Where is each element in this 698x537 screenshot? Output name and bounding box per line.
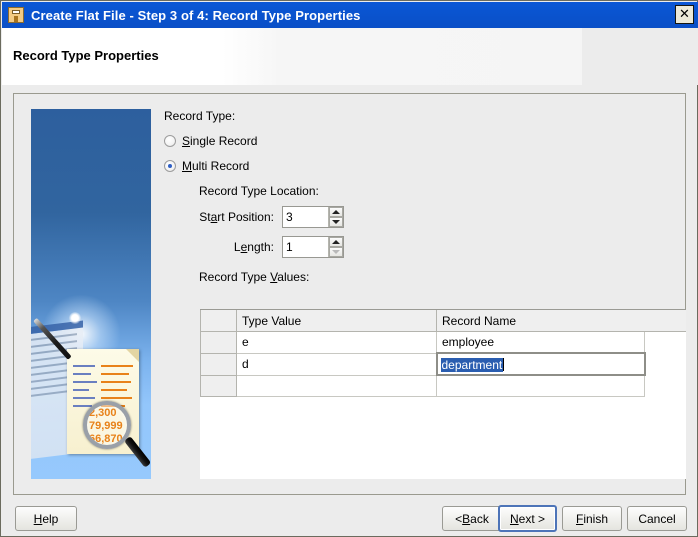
page-fold-icon: [126, 349, 139, 362]
table-column-header-rownum[interactable]: [200, 310, 237, 332]
table-column-header-type-value[interactable]: Type Value: [236, 310, 437, 332]
cell-type-value[interactable]: [236, 374, 437, 397]
record-type-label: Record Type:: [164, 109, 236, 123]
radio-single-record-label: Single Record: [182, 134, 258, 148]
table-row-selector[interactable]: [200, 331, 237, 354]
cell-record-name-editing[interactable]: department: [435, 352, 646, 376]
table-row-selector[interactable]: [200, 374, 237, 397]
button-bar: Help < Back Next > Finish Cancel: [1, 499, 697, 537]
page-title: Record Type Properties: [13, 48, 159, 63]
table-row-selector[interactable]: [200, 352, 237, 376]
arrow-down-icon: [332, 250, 340, 254]
close-icon[interactable]: ✕: [675, 5, 694, 24]
radio-multi-record-indicator[interactable]: [164, 160, 176, 172]
radio-multi-record-label: Multi Record: [182, 159, 250, 173]
cell-type-value[interactable]: e: [236, 331, 437, 354]
title-bar: Create Flat File - Step 3 of 4: Record T…: [2, 2, 698, 28]
start-position-row: Start Position:: [164, 206, 669, 228]
content-panel: 2,300 79,999 66,870 Record Type: Single …: [13, 93, 686, 495]
cell-record-name[interactable]: [436, 374, 645, 397]
length-row: Length:: [164, 236, 669, 258]
wizard-file-icon: [8, 7, 24, 23]
header-band: Record Type Properties: [2, 28, 698, 85]
arrow-down-icon: [332, 220, 340, 224]
cell-record-name[interactable]: employee: [436, 331, 645, 354]
magnifier-number-2: 66,870: [89, 433, 123, 445]
back-button[interactable]: < Back: [442, 506, 502, 531]
record-type-values-table[interactable]: Type Value Record Name e employee d depa…: [200, 309, 686, 479]
record-type-values-label: Record Type Values:: [199, 270, 310, 284]
magnifier-number-1: 79,999: [89, 420, 123, 432]
arrow-up-icon: [332, 240, 340, 244]
start-position-input[interactable]: [283, 207, 328, 227]
cell-type-value[interactable]: d: [236, 352, 437, 376]
illustration-wand-sparkle: [69, 312, 81, 324]
start-position-increment-button[interactable]: [329, 207, 343, 217]
cancel-button[interactable]: Cancel: [627, 506, 687, 531]
length-decrement-button[interactable]: [329, 247, 343, 257]
length-increment-button[interactable]: [329, 237, 343, 247]
length-stepper[interactable]: [282, 236, 344, 258]
help-button[interactable]: Help: [15, 506, 77, 531]
window-title: Create Flat File - Step 3 of 4: Record T…: [31, 7, 361, 23]
text-caret: [503, 358, 505, 371]
table-row[interactable]: d department: [200, 352, 646, 376]
table-header-row: Type Value Record Name: [200, 310, 645, 332]
start-position-stepper[interactable]: [282, 206, 344, 228]
wizard-illustration: 2,300 79,999 66,870: [31, 109, 151, 479]
magnifier-number-0: 2,300: [89, 407, 117, 419]
cell-editor-selected-text: department: [440, 358, 504, 372]
finish-button[interactable]: Finish: [562, 506, 622, 531]
dialog-window: Create Flat File - Step 3 of 4: Record T…: [0, 0, 698, 537]
table-column-header-record-name[interactable]: Record Name: [436, 310, 645, 332]
start-position-stepper-buttons[interactable]: [328, 207, 343, 227]
length-input[interactable]: [283, 237, 328, 257]
start-position-label: Start Position:: [199, 210, 274, 224]
start-position-decrement-button[interactable]: [329, 217, 343, 227]
table-row[interactable]: [200, 374, 645, 397]
record-type-form: Record Type: Single Record Multi Record …: [164, 109, 669, 284]
magnifier-icon: 2,300 79,999 66,870: [83, 401, 131, 449]
length-stepper-buttons[interactable]: [328, 237, 343, 257]
length-label: Length:: [233, 240, 274, 254]
table-header-filler: [644, 310, 686, 332]
next-button[interactable]: Next >: [498, 505, 557, 532]
record-type-location-label: Record Type Location:: [199, 184, 319, 198]
table-row[interactable]: e employee: [200, 331, 645, 354]
radio-multi-record[interactable]: Multi Record: [164, 157, 669, 175]
radio-single-record-indicator[interactable]: [164, 135, 176, 147]
arrow-up-icon: [332, 210, 340, 214]
radio-single-record[interactable]: Single Record: [164, 132, 669, 150]
